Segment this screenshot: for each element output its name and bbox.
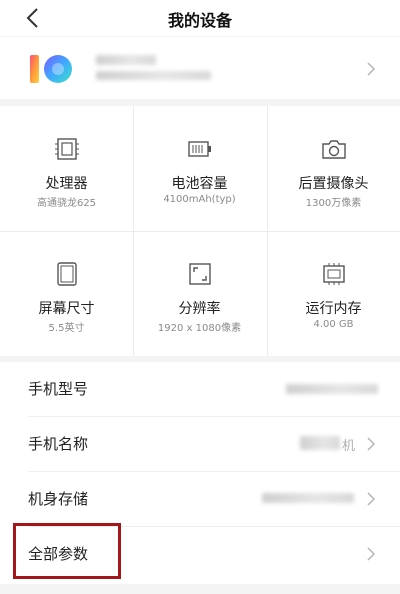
row-label: 手机名称	[28, 435, 89, 453]
chevron-right-icon	[367, 437, 376, 451]
phone-model-value-blurred	[286, 384, 378, 394]
spec-value: 4.00 GB	[313, 319, 354, 330]
device-card[interactable]	[0, 37, 400, 99]
highlight-annotation-box	[13, 523, 121, 579]
screen-icon	[56, 262, 77, 286]
device-name-blurred	[96, 55, 156, 65]
spec-screen: 屏幕尺寸 5.5英寸	[0, 231, 133, 356]
spec-title: 分辨率	[178, 301, 221, 317]
spec-title: 运行内存	[305, 301, 362, 317]
spec-camera: 后置摄像头 1300万像素	[267, 106, 400, 231]
row-storage[interactable]: 机身存储	[0, 472, 400, 527]
chevron-right-icon	[367, 492, 376, 506]
row-phone-name[interactable]: 手机名称 机	[0, 417, 400, 472]
spec-resolution: 分辨率 1920 x 1080像素	[133, 231, 266, 356]
phone-name-suffix: 机	[342, 439, 356, 454]
resolution-icon	[188, 263, 211, 285]
chevron-right-icon	[367, 62, 376, 76]
spec-battery: 电池容量 4100mAh(typ)	[133, 106, 266, 231]
device-version-blurred	[96, 71, 211, 80]
chip-icon	[54, 138, 79, 160]
spec-value: 4100mAh(typ)	[163, 194, 236, 205]
spec-grid: 处理器 高通骁龙625 电池容量 4100mAh(typ) 后置摄像头 1300…	[0, 106, 400, 356]
phone-name-value-blurred	[300, 436, 340, 450]
row-label: 机身存储	[28, 490, 89, 508]
spec-title: 后置摄像头	[298, 176, 369, 192]
spec-title: 电池容量	[171, 176, 228, 192]
miui-10-logo	[30, 55, 72, 83]
battery-icon	[187, 141, 211, 157]
chevron-right-icon	[367, 547, 376, 561]
storage-value-blurred	[262, 493, 354, 503]
row-label: 手机型号	[28, 380, 89, 398]
spec-memory: 运行内存 4.00 GB	[267, 231, 400, 356]
spec-value: 高通骁龙625	[36, 198, 97, 209]
top-bar: 我的设备	[0, 0, 400, 36]
spec-value: 1300万像素	[305, 198, 362, 209]
camera-icon	[321, 140, 346, 159]
page-title: 我的设备	[167, 11, 232, 30]
spec-value: 5.5英寸	[48, 323, 85, 334]
spec-processor: 处理器 高通骁龙625	[0, 106, 133, 231]
spec-value: 1920 x 1080像素	[157, 323, 242, 334]
row-phone-model[interactable]: 手机型号	[0, 362, 400, 417]
spec-title: 处理器	[45, 176, 88, 192]
spec-title: 屏幕尺寸	[38, 301, 95, 317]
memory-icon	[322, 263, 345, 285]
